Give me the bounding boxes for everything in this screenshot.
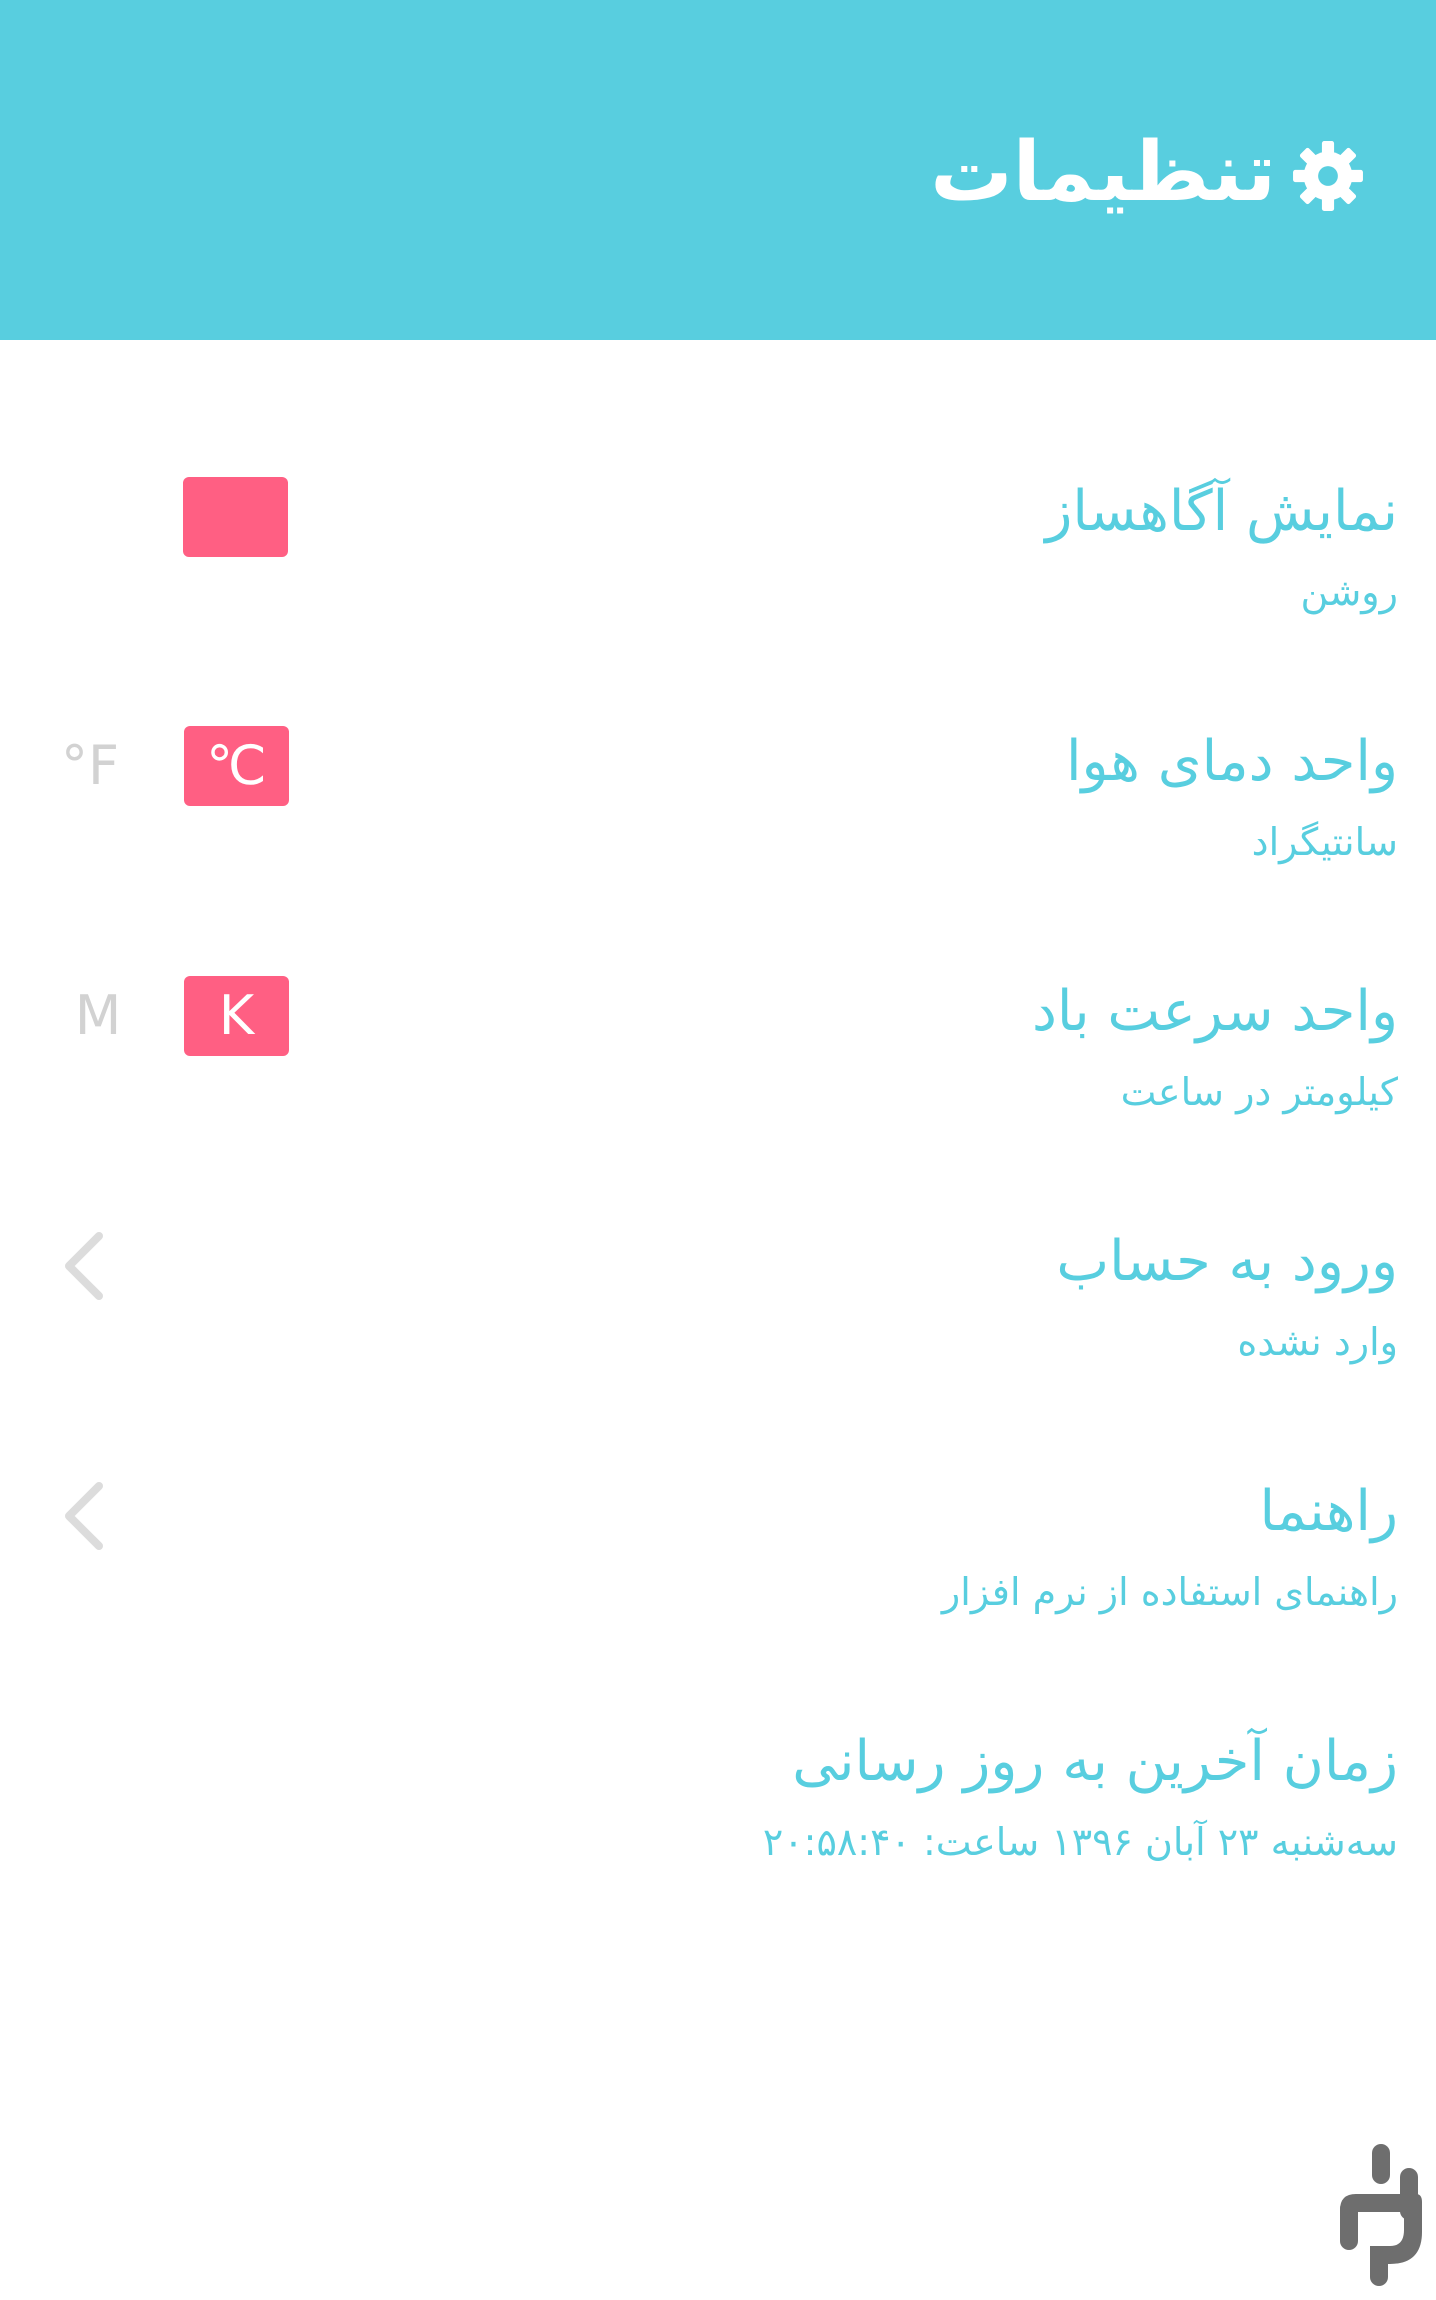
fahrenheit-option-button[interactable]: °F [50,726,130,806]
setting-title: زمان آخرین به روز رسانی [792,1729,1398,1794]
chevron-left-icon[interactable] [55,1476,115,1556]
gear-icon [1293,141,1363,211]
setting-row-help[interactable]: راهنما راهنمای استفاده از نرم افزار [0,1472,1436,1692]
setting-subtitle: راهنمای استفاده از نرم افزار [941,1570,1398,1614]
setting-row-account-login[interactable]: ورود به حساب وارد نشده [0,1222,1436,1442]
celsius-option-button[interactable]: ℃ [184,726,289,806]
kilometer-option-button[interactable]: K [184,976,289,1056]
setting-subtitle: سانتیگراد [1251,820,1398,864]
setting-subtitle: وارد نشده [1237,1320,1398,1364]
setting-title: ورود به حساب [1056,1229,1398,1294]
setting-row-last-update: زمان آخرین به روز رسانی سه‌شنبه ۲۳ آبان … [0,1722,1436,1942]
setting-subtitle: روشن [1300,570,1398,614]
store-logo-icon [1340,2144,1422,2286]
setting-row-wind-speed-unit[interactable]: واحد سرعت باد کیلومتر در ساعت K M [0,972,1436,1192]
setting-subtitle: کیلومتر در ساعت [1120,1070,1398,1114]
setting-title: واحد سرعت باد [1031,979,1398,1044]
setting-row-temperature-unit[interactable]: واحد دمای هوا سانتیگراد ℃ °F [0,722,1436,942]
setting-row-notification[interactable]: نمایش آگاهساز روشن [0,472,1436,692]
setting-title: راهنما [1259,1479,1398,1544]
app-header: تنظیمات [0,0,1436,340]
setting-title: نمایش آگاهساز [1045,479,1398,544]
notification-toggle[interactable] [183,477,288,557]
page-title: تنظیمات [930,125,1276,220]
chevron-left-icon[interactable] [55,1226,115,1306]
mile-option-button[interactable]: M [58,976,138,1056]
setting-title: واحد دمای هوا [1065,729,1398,794]
last-update-timestamp: سه‌شنبه ۲۳ آبان ۱۳۹۶ ساعت: ۲۰:۵۸:۴۰ [762,1820,1398,1864]
